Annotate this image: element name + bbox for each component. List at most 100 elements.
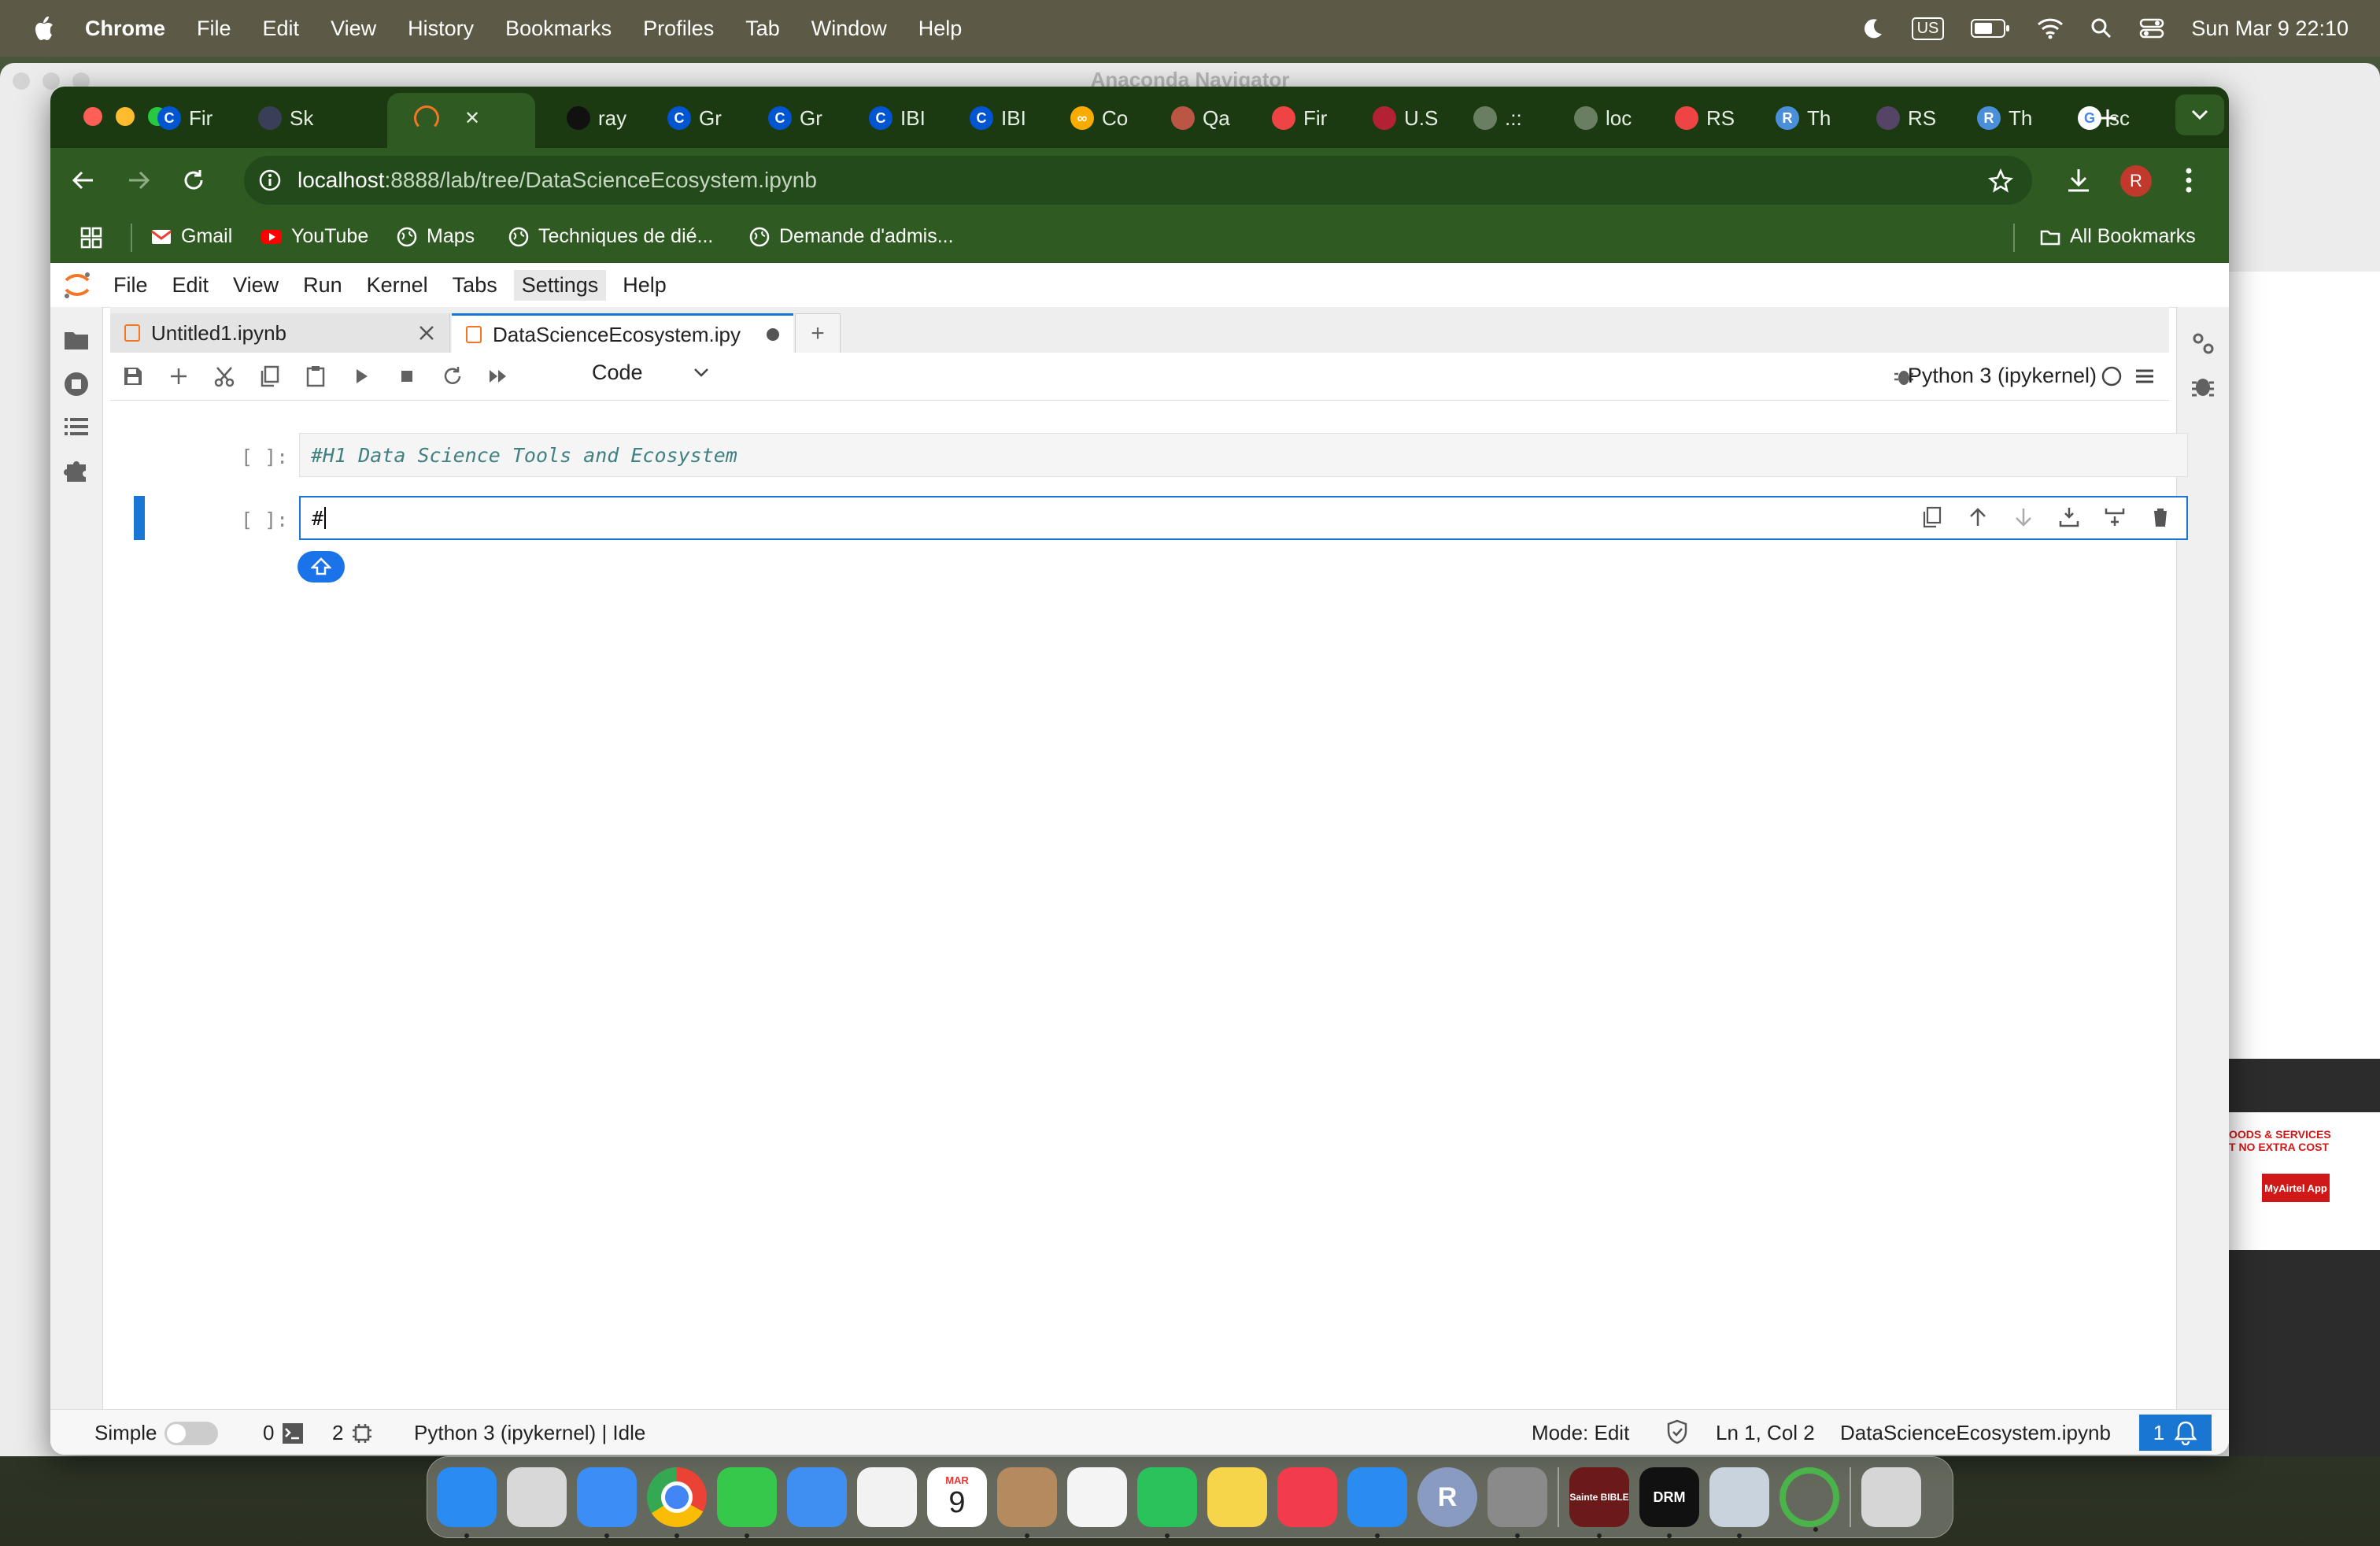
apple-icon[interactable] [31, 15, 55, 42]
jupyter-menu-help[interactable]: Help [623, 270, 667, 301]
unsaved-dot-icon[interactable] [767, 328, 779, 341]
code-cell-1[interactable]: #H1 Data Science Tools and Ecosystem [299, 433, 2188, 477]
dock-calendar-icon[interactable]: MAR 9 [927, 1467, 987, 1527]
save-icon[interactable] [121, 364, 145, 388]
menubar-tab[interactable]: Tab [745, 17, 780, 41]
menubar-bookmarks[interactable]: Bookmarks [505, 17, 612, 41]
menubar-history[interactable]: History [408, 17, 474, 41]
kernel-name-button[interactable]: Python 3 (ipykernel) [1908, 364, 2097, 388]
chrome-tab[interactable]: RS [1876, 101, 1963, 135]
dock-photos-icon[interactable] [857, 1467, 917, 1527]
new-tab-icon[interactable] [2097, 107, 2119, 129]
jupyter-menu-edit[interactable]: Edit [172, 270, 209, 301]
profile-avatar[interactable]: R [2120, 165, 2152, 197]
chrome-tab[interactable]: C Gr [768, 101, 855, 135]
dock-chrome-icon[interactable] [647, 1467, 707, 1538]
menubar-window[interactable]: Window [811, 17, 887, 41]
dock-system-settings-icon[interactable] [1488, 1467, 1547, 1538]
close-tab-icon[interactable]: ✕ [464, 107, 480, 130]
dock-anaconda-icon[interactable] [1779, 1467, 1839, 1532]
dock-launchpad-icon[interactable] [507, 1467, 567, 1527]
dock-preview-icon[interactable] [1709, 1467, 1769, 1538]
running-sessions-icon[interactable] [62, 370, 91, 398]
bookmark-gmail[interactable]: Gmail [151, 225, 232, 248]
jupyter-menu-tabs[interactable]: Tabs [453, 270, 497, 301]
minimize-window-button[interactable] [116, 107, 135, 126]
duplicate-cell-icon[interactable] [1920, 505, 1944, 529]
jupyter-menu-kernel[interactable]: Kernel [367, 270, 428, 301]
toggle-switch[interactable] [164, 1421, 219, 1445]
chrome-tab-active[interactable]: ✕ [414, 101, 516, 135]
bookmark-maps[interactable]: Maps [397, 225, 475, 248]
doc-tab-datascienceecosystem[interactable]: DataScienceEcosystem.ipy [452, 313, 793, 353]
cell-type-dropdown[interactable]: Code [592, 361, 709, 385]
bookmark-demande[interactable]: Demande d'admis... [749, 225, 954, 248]
dock-reminders-icon[interactable] [1067, 1467, 1127, 1527]
chrome-tab[interactable]: Sk [258, 101, 345, 135]
forward-icon[interactable] [126, 168, 151, 193]
restart-kernel-icon[interactable] [441, 364, 464, 388]
battery-icon[interactable] [1971, 18, 2010, 39]
cut-icon[interactable] [213, 364, 236, 388]
dock-appstore-icon[interactable] [1347, 1467, 1407, 1538]
code-cell-2[interactable]: # [299, 496, 2188, 540]
dock-finder-icon[interactable] [437, 1467, 497, 1538]
dock-whatsapp-icon[interactable] [1137, 1467, 1197, 1538]
chrome-tab[interactable]: U.S [1373, 101, 1459, 135]
dock-notes-icon[interactable] [1207, 1467, 1267, 1527]
download-icon[interactable] [2065, 167, 2092, 194]
doc-tab-untitled1[interactable]: Untitled1.ipynb [110, 313, 450, 353]
chrome-tab[interactable]: Qa [1171, 101, 1258, 135]
delete-cell-icon[interactable] [2149, 505, 2172, 529]
chrome-tab[interactable]: RS [1675, 101, 1761, 135]
menubar-view[interactable]: View [331, 17, 376, 41]
jupyter-menu-view[interactable]: View [233, 270, 279, 301]
site-info-icon[interactable] [258, 168, 282, 192]
spotlight-search-icon[interactable] [2090, 17, 2112, 39]
control-center-icon[interactable] [2139, 17, 2164, 39]
chrome-tab[interactable]: ∞ Co [1070, 101, 1157, 135]
menubar-file[interactable]: File [197, 17, 231, 41]
chrome-tab[interactable]: C Fir [157, 101, 244, 135]
jupyter-menu-settings[interactable]: Settings [513, 269, 607, 301]
kernel-status[interactable]: Python 3 (ipykernel) | Idle [414, 1421, 645, 1445]
back-icon[interactable] [71, 168, 96, 193]
add-launcher-button[interactable]: + [795, 313, 841, 354]
chrome-tab[interactable]: R Th [1776, 101, 1862, 135]
dock-messages-icon[interactable] [717, 1467, 777, 1538]
chrome-tab[interactable]: C IBI [970, 101, 1056, 135]
jupyter-menu-file[interactable]: File [113, 270, 148, 301]
address-bar[interactable]: localhost:8888/lab/tree/DataScienceEcosy… [244, 156, 2032, 205]
menubar-help[interactable]: Help [918, 17, 963, 41]
chrome-tab[interactable]: R Th [1977, 101, 2064, 135]
apps-grid-icon[interactable] [80, 227, 102, 249]
paste-icon[interactable] [304, 364, 327, 388]
jupyter-menu-run[interactable]: Run [303, 270, 342, 301]
file-browser-icon[interactable] [62, 326, 91, 354]
kernels-count[interactable]: 2 [332, 1421, 373, 1445]
dock-mail-icon[interactable] [787, 1467, 847, 1527]
chrome-tab[interactable]: .:: [1473, 101, 1560, 135]
debugger-bug-icon[interactable] [2189, 372, 2217, 400]
table-of-contents-icon[interactable] [62, 412, 91, 441]
copy-icon[interactable] [258, 364, 282, 388]
dock-contacts-icon[interactable] [997, 1467, 1057, 1538]
insert-cell-icon[interactable] [167, 364, 190, 388]
all-bookmarks-button[interactable]: All Bookmarks [2040, 225, 2196, 248]
chrome-tab[interactable]: C IBI [869, 101, 955, 135]
chrome-tab[interactable]: Gsc [2078, 101, 2164, 135]
hamburger-menu-icon[interactable] [2133, 364, 2156, 388]
menubar-edit[interactable]: Edit [263, 17, 300, 41]
move-down-icon[interactable] [2012, 505, 2035, 529]
dock-drm-sports-icon[interactable]: DRM [1639, 1467, 1699, 1538]
terminals-count[interactable]: 0 [263, 1421, 304, 1445]
cursor-position[interactable]: Ln 1, Col 2 [1716, 1421, 1815, 1445]
wifi-icon[interactable] [2037, 17, 2064, 39]
restart-run-all-icon[interactable] [486, 364, 510, 388]
chrome-tab[interactable]: loc [1574, 101, 1661, 135]
close-icon[interactable] [418, 324, 435, 342]
insert-below-icon[interactable] [2103, 505, 2127, 529]
bookmark-techniques[interactable]: Techniques de dié... [508, 225, 713, 248]
menubar-datetime[interactable]: Sun Mar 9 22:10 [2191, 17, 2349, 41]
moon-icon[interactable] [1861, 17, 1885, 40]
